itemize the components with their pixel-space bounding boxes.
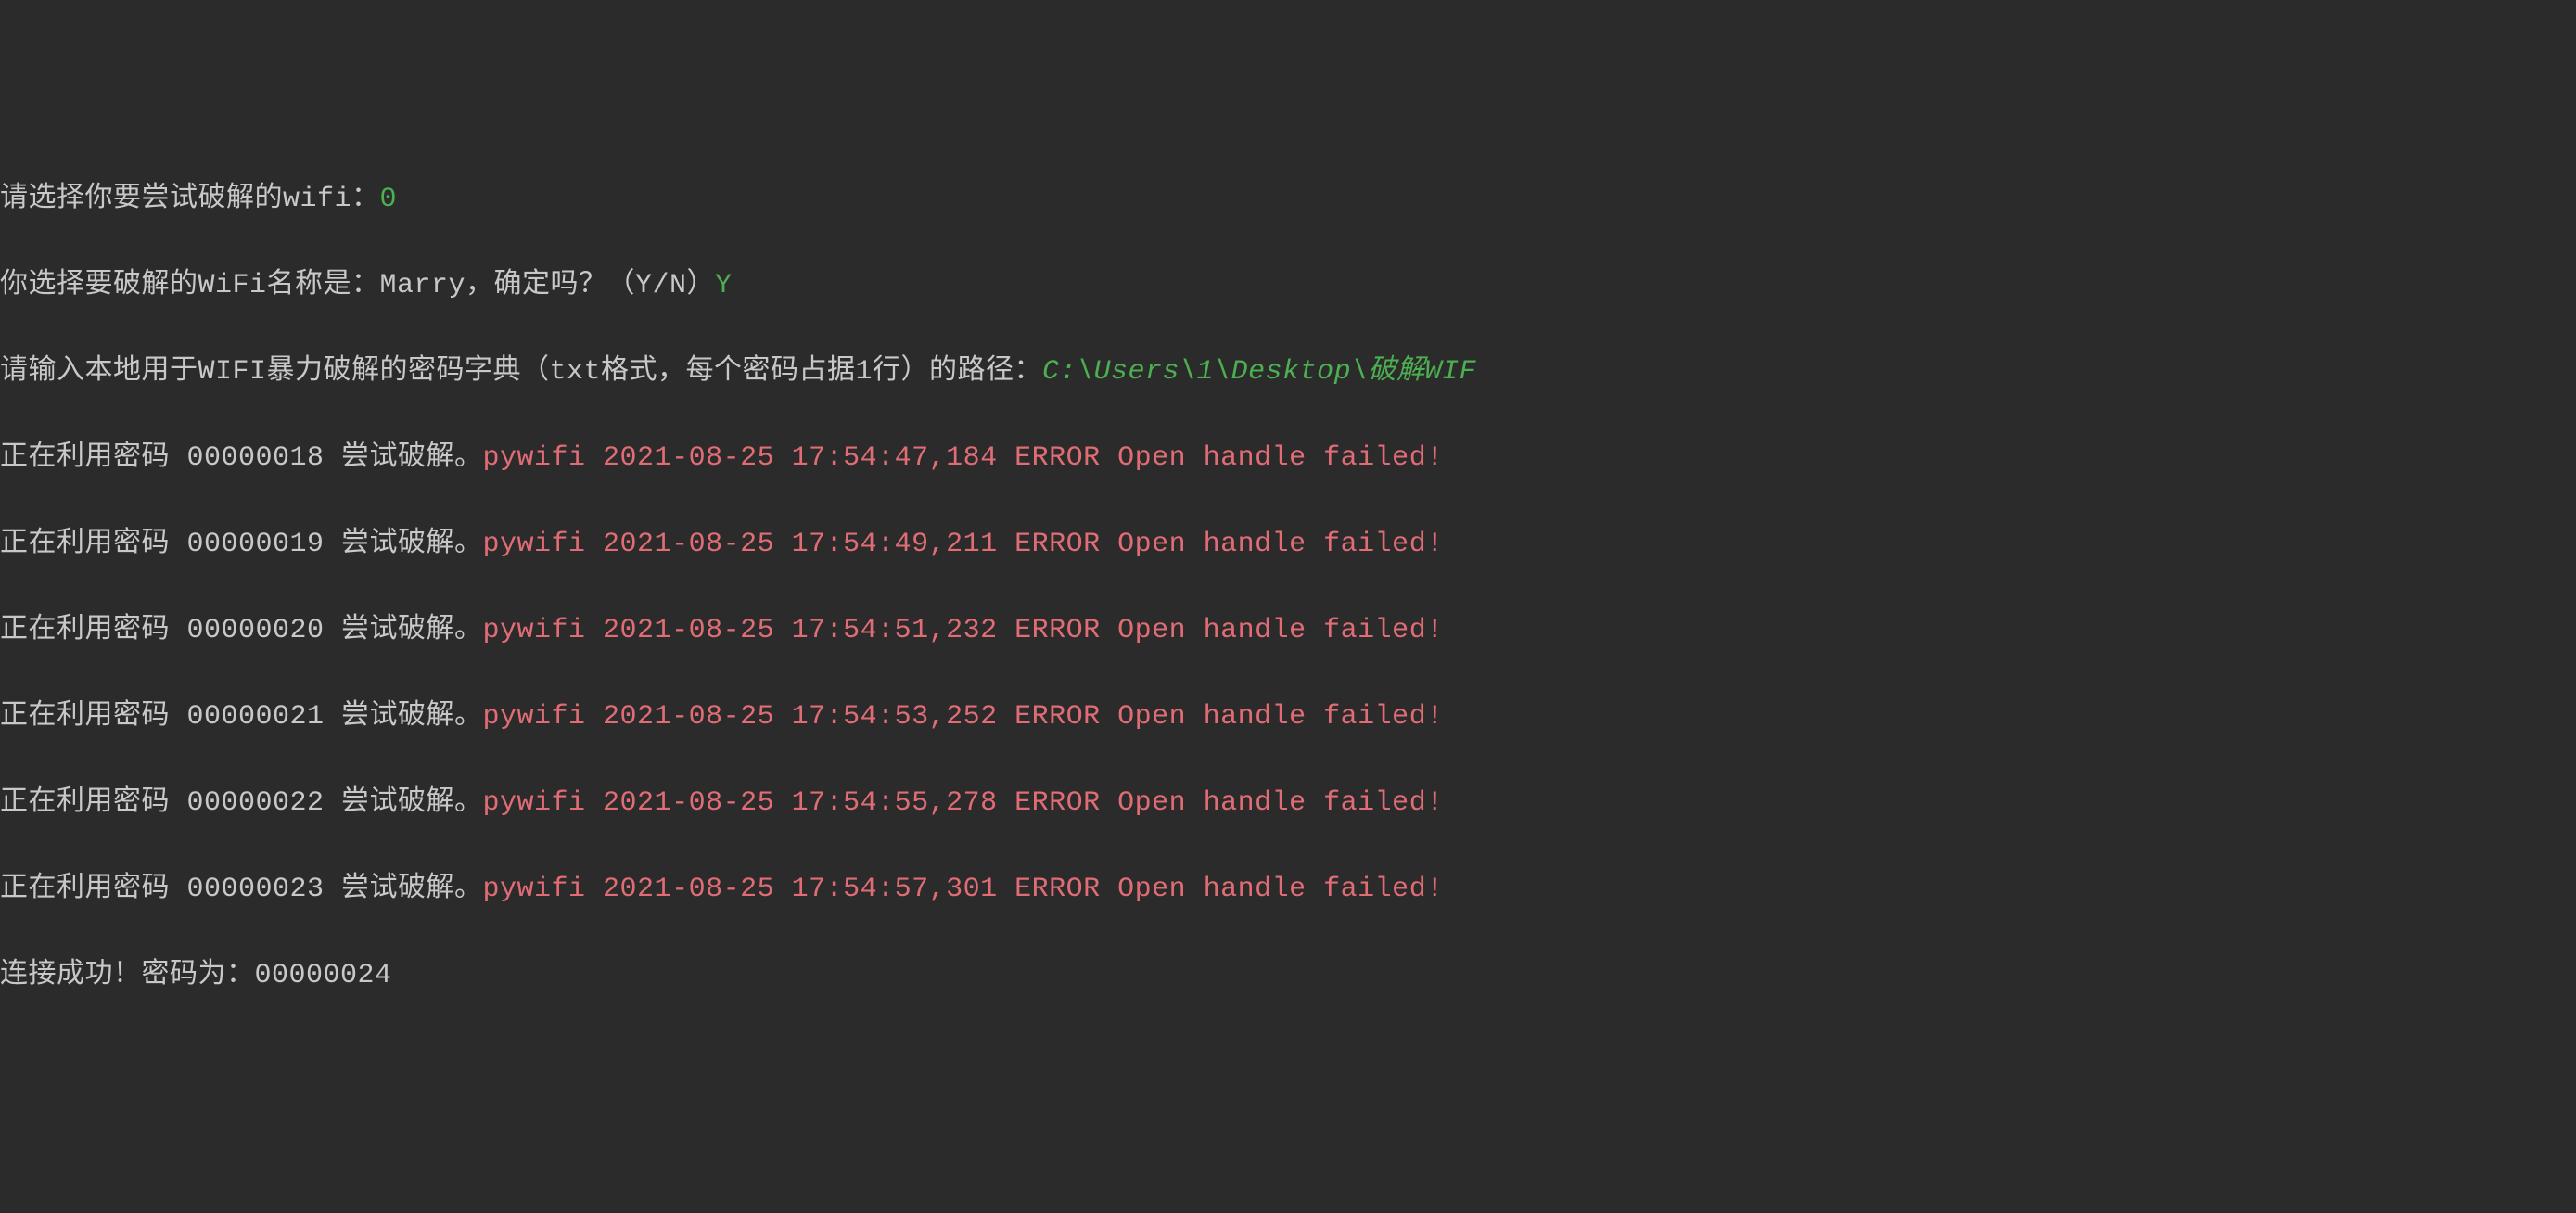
attempt-error: pywifi 2021-08-25 17:54:55,278 ERROR Ope… xyxy=(483,787,1444,819)
attempt-error: pywifi 2021-08-25 17:54:53,252 ERROR Ope… xyxy=(483,701,1444,733)
success-message: 连接成功！密码为：00000024 xyxy=(0,960,392,991)
attempt-prefix: 正在利用密码 00000022 尝试破解。 xyxy=(0,787,483,819)
terminal-line-attempt: 正在利用密码 00000021 尝试破解。pywifi 2021-08-25 1… xyxy=(0,696,2576,739)
terminal-line-attempt: 正在利用密码 00000019 尝试破解。pywifi 2021-08-25 1… xyxy=(0,523,2576,567)
attempt-prefix: 正在利用密码 00000023 尝试破解。 xyxy=(0,874,483,905)
prompt-select-wifi: 请选择你要尝试破解的wifi： xyxy=(0,184,380,215)
attempt-error: pywifi 2021-08-25 17:54:49,211 ERROR Ope… xyxy=(483,529,1444,560)
attempt-error: pywifi 2021-08-25 17:54:51,232 ERROR Ope… xyxy=(483,615,1444,646)
attempt-prefix: 正在利用密码 00000018 尝试破解。 xyxy=(0,442,483,474)
attempt-prefix: 正在利用密码 00000020 尝试破解。 xyxy=(0,615,483,646)
prompt-dict-path: 请输入本地用于WIFI暴力破解的密码字典（txt格式，每个密码占据1行）的路径： xyxy=(0,356,1042,388)
input-dict-path: C:\Users\1\Desktop\破解WIF xyxy=(1042,356,1476,388)
prompt-confirm-wifi: 你选择要破解的WiFi名称是：Marry，确定吗？（Y/N） xyxy=(0,270,715,301)
terminal-line-attempt: 正在利用密码 00000018 尝试破解。pywifi 2021-08-25 1… xyxy=(0,437,2576,480)
terminal-line-success: 连接成功！密码为：00000024 xyxy=(0,954,2576,998)
terminal-line-attempt: 正在利用密码 00000023 尝试破解。pywifi 2021-08-25 1… xyxy=(0,868,2576,912)
terminal-line-attempt: 正在利用密码 00000020 尝试破解。pywifi 2021-08-25 1… xyxy=(0,609,2576,653)
attempt-error: pywifi 2021-08-25 17:54:47,184 ERROR Ope… xyxy=(483,442,1444,474)
terminal-line-dict-path: 请输入本地用于WIFI暴力破解的密码字典（txt格式，每个密码占据1行）的路径：… xyxy=(0,351,2576,394)
input-confirm: Y xyxy=(715,270,733,301)
input-wifi-index: 0 xyxy=(380,184,398,215)
terminal-line-select-wifi: 请选择你要尝试破解的wifi：0 xyxy=(0,178,2576,222)
terminal-line-attempt: 正在利用密码 00000022 尝试破解。pywifi 2021-08-25 1… xyxy=(0,782,2576,825)
attempt-prefix: 正在利用密码 00000021 尝试破解。 xyxy=(0,701,483,733)
attempt-prefix: 正在利用密码 00000019 尝试破解。 xyxy=(0,529,483,560)
terminal-line-confirm-wifi: 你选择要破解的WiFi名称是：Marry，确定吗？（Y/N）Y xyxy=(0,264,2576,308)
attempt-error: pywifi 2021-08-25 17:54:57,301 ERROR Ope… xyxy=(483,874,1444,905)
